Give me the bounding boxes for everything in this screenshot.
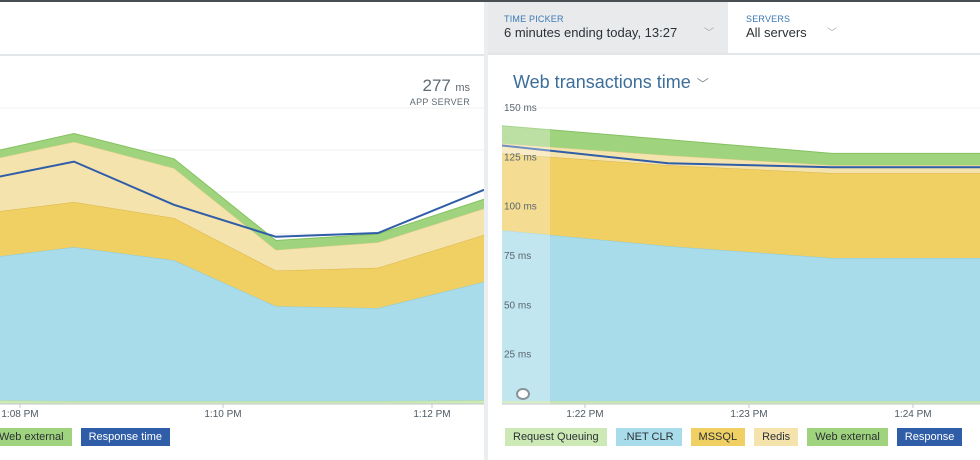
y-tick-label: 75 ms: [504, 251, 531, 262]
response-time-unit: ms: [455, 82, 470, 94]
chevron-down-icon: ﹀: [696, 77, 709, 91]
x-tick-label: 1:12 PM: [413, 409, 450, 420]
left-chart-panel: 1:08 PM 1:10 PM 1:12 PM 277 ms APP SERVER …: [0, 2, 484, 460]
legend-request-queuing[interactable]: Request Queuing: [505, 428, 607, 446]
x-tick-label: 1:22 PM: [566, 409, 603, 420]
legend-response-time[interactable]: Response time: [80, 428, 170, 446]
app-server-label: APP SERVER: [409, 97, 470, 107]
legend-web-external[interactable]: Web external: [0, 428, 72, 446]
legend-response[interactable]: Response: [896, 428, 963, 446]
x-tick-label: 1:24 PM: [894, 409, 931, 420]
y-tick-label: 50 ms: [504, 300, 531, 311]
right-legend: Request Queuing .NET CLR MSSQL Redis Web…: [505, 428, 963, 446]
legend-web-external[interactable]: Web external: [807, 428, 888, 446]
right-chart-panel: TIME PICKER 6 minutes ending today, 13:2…: [488, 2, 980, 460]
legend-redis[interactable]: Redis: [754, 428, 799, 446]
brush-handle-icon[interactable]: [516, 388, 530, 400]
x-tick-label: 1:10 PM: [204, 409, 241, 420]
app-server-summary: 277 ms APP SERVER: [410, 76, 470, 107]
chart-title-dropdown[interactable]: Web transactions time ﹀: [513, 72, 709, 93]
left-legend: Web external Response time: [0, 428, 170, 446]
y-tick-label: 150 ms: [504, 103, 537, 114]
legend-mssql[interactable]: MSSQL: [690, 428, 746, 446]
web-transactions-chart: 150 ms 125 ms 100 ms 75 ms 50 ms 25 ms 1:22 PM…: [501, 103, 980, 420]
response-time-value: 277: [422, 76, 451, 95]
x-tick-label: 1:08 PM: [1, 409, 38, 420]
x-tick-label: 1:23 PM: [730, 409, 767, 420]
chart-title: Web transactions time: [513, 72, 691, 92]
y-tick-label: 100 ms: [504, 202, 537, 213]
y-tick-label: 125 ms: [504, 152, 537, 163]
legend-net-clr[interactable]: .NET CLR: [615, 428, 682, 446]
y-tick-label: 25 ms: [504, 350, 531, 361]
left-chart: 1:08 PM 1:10 PM 1:12 PM: [0, 107, 484, 420]
